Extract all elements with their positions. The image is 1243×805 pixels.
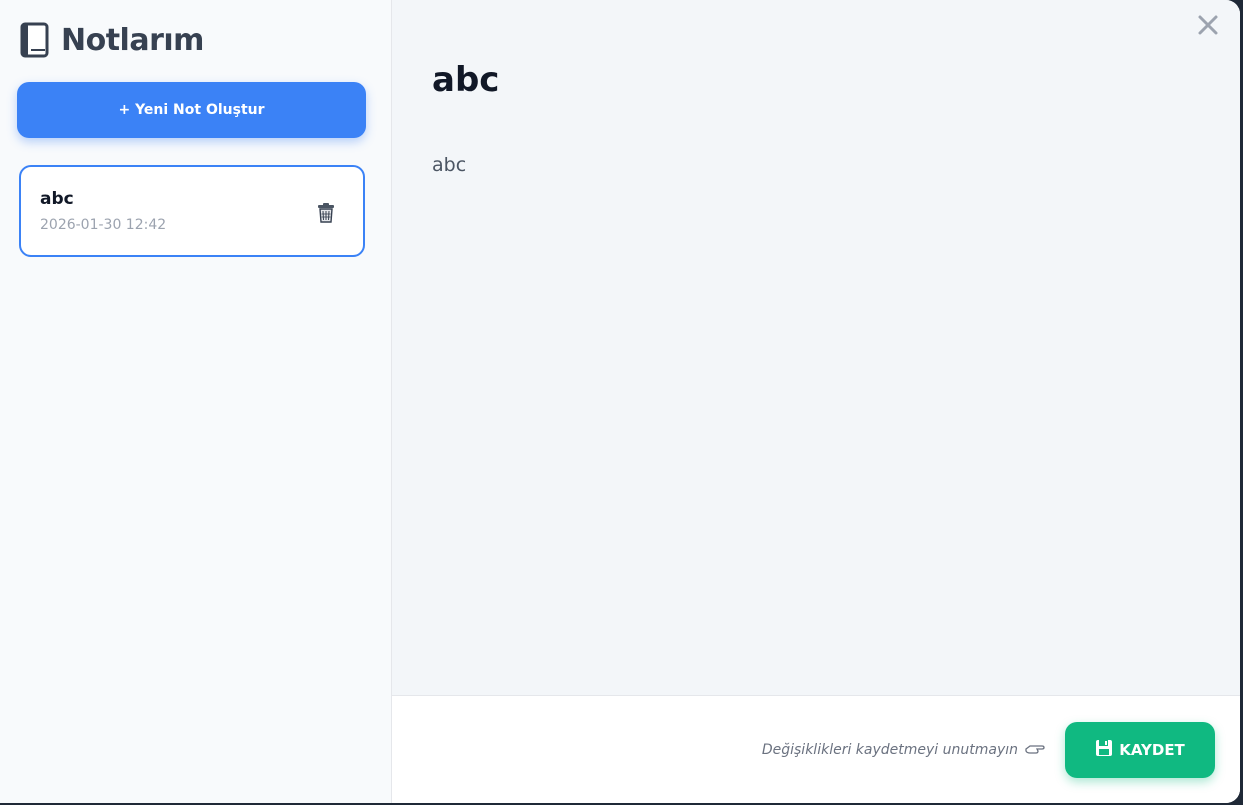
- trash-icon[interactable]: [315, 201, 337, 225]
- book-icon: [19, 22, 51, 58]
- sidebar-title: Notlarım: [61, 22, 204, 58]
- notes-window: Notlarım + Yeni Not Oluştur abc 2026-01-…: [0, 0, 1240, 803]
- save-hint: Değişiklikleri kaydetmeyi unutmayın: [762, 740, 1046, 760]
- sidebar: Notlarım + Yeni Not Oluştur abc 2026-01-…: [0, 0, 392, 803]
- note-list-item[interactable]: abc 2026-01-30 12:42: [19, 165, 365, 257]
- note-editor: abc abc Değişiklikleri kaydetmeyi unutma…: [392, 0, 1240, 803]
- editor-footer: Değişiklikleri kaydetmeyi unutmayın KAYD…: [392, 695, 1240, 803]
- save-button[interactable]: KAYDET: [1065, 722, 1215, 778]
- note-title[interactable]: abc: [432, 60, 499, 100]
- close-icon[interactable]: [1197, 14, 1219, 36]
- floppy-disk-icon: [1095, 739, 1113, 761]
- note-body[interactable]: abc: [432, 154, 466, 176]
- save-button-label: KAYDET: [1119, 741, 1185, 759]
- save-hint-text: Değişiklikleri kaydetmeyi unutmayın: [761, 742, 1018, 758]
- pointing-hand-icon: [1024, 740, 1046, 760]
- new-note-button[interactable]: + Yeni Not Oluştur: [17, 82, 366, 138]
- sidebar-header: Notlarım: [19, 20, 204, 60]
